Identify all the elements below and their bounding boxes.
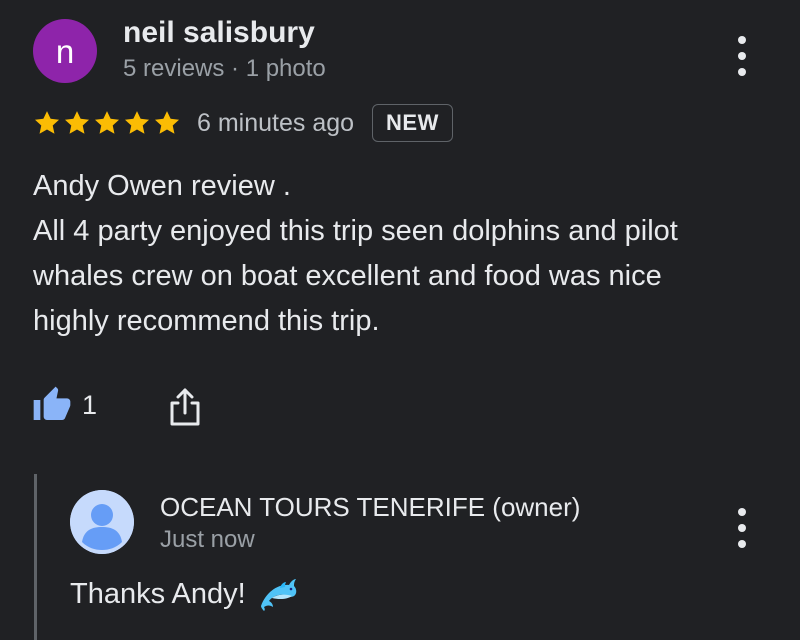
owner-name[interactable]: OCEAN TOURS TENERIFE (owner) xyxy=(160,492,580,523)
reply-divider xyxy=(34,474,37,640)
review-text-line: highly recommend this trip. xyxy=(33,305,380,337)
owner-reply-message: Thanks Andy! xyxy=(70,577,246,610)
review-timestamp: 6 minutes ago xyxy=(197,108,355,137)
thumbs-up-icon xyxy=(33,386,71,420)
rating-row: 6 minutes ago NEW xyxy=(33,102,453,144)
star-icon xyxy=(124,111,150,134)
menu-dot xyxy=(738,508,746,516)
reviewer-meta: 5 reviews · 1 photo xyxy=(123,55,326,82)
star-icon xyxy=(34,111,60,134)
review-card: n neil salisbury 5 reviews · 1 photo 6 m… xyxy=(0,0,800,640)
star-icon xyxy=(154,111,180,134)
star-icon xyxy=(94,111,120,134)
star-rating xyxy=(33,109,181,137)
star-icon xyxy=(64,111,90,134)
reviewer-name[interactable]: neil salisbury xyxy=(123,16,315,50)
review-text: Andy Owen review . All 4 party enjoyed th… xyxy=(33,164,773,344)
menu-dot xyxy=(738,68,746,76)
reviewer-avatar[interactable]: n xyxy=(33,19,97,83)
review-text-line: All 4 party enjoyed this trip seen dolph… xyxy=(33,215,678,247)
owner-reply-text: Thanks Andy! xyxy=(70,576,298,612)
dolphin-icon xyxy=(258,576,298,612)
review-text-line: whales crew on boat excellent and food w… xyxy=(33,260,662,292)
menu-dot xyxy=(738,52,746,60)
reply-more-options-icon[interactable] xyxy=(730,508,754,548)
owner-avatar[interactable] xyxy=(70,490,134,554)
person-icon xyxy=(70,490,134,554)
like-count: 1 xyxy=(82,389,98,420)
menu-dot xyxy=(738,540,746,548)
review-text-line: Andy Owen review . xyxy=(33,170,291,202)
avatar-letter: n xyxy=(55,32,75,70)
share-icon xyxy=(170,388,200,426)
like-button[interactable]: 1 xyxy=(32,385,97,425)
share-button[interactable] xyxy=(166,387,204,427)
new-badge: NEW xyxy=(372,104,453,142)
menu-dot xyxy=(738,36,746,44)
menu-dot xyxy=(738,524,746,532)
owner-reply-time: Just now xyxy=(160,526,255,553)
review-more-options-icon[interactable] xyxy=(730,36,754,76)
